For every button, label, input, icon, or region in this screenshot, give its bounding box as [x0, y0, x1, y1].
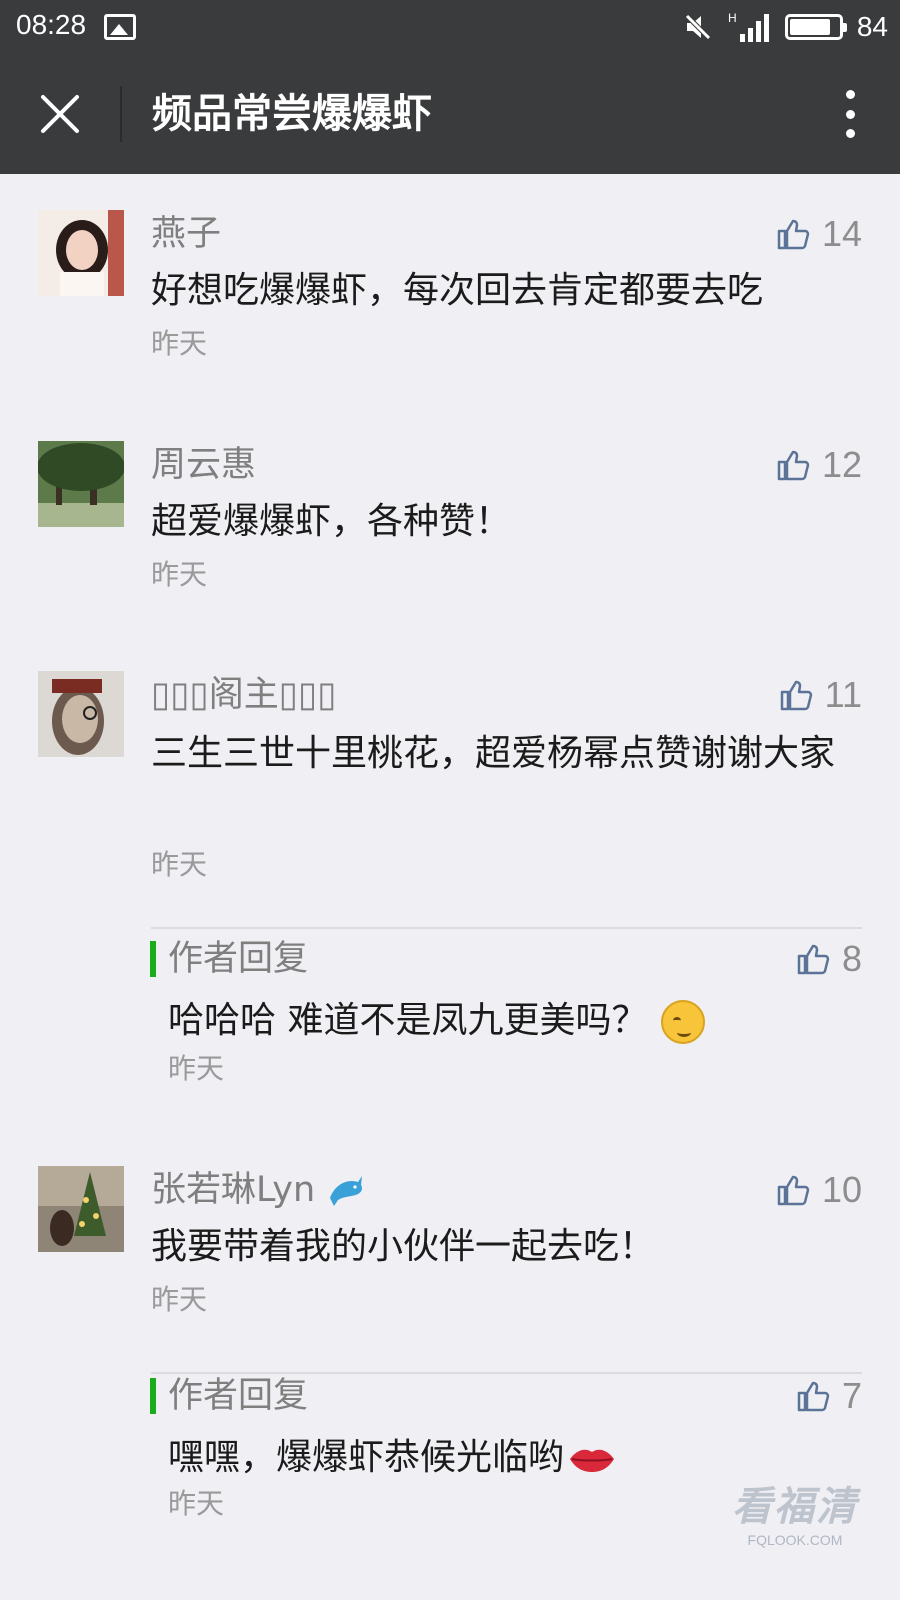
grin-emoji-icon [661, 1000, 706, 1044]
like-count: 10 [821, 1169, 862, 1210]
comment-author-text: 张若琳Lyn [151, 1170, 316, 1210]
avatar[interactable] [38, 210, 124, 296]
status-bar: 08:28 H 84 [0, 0, 900, 54]
comment-time: 昨天 [151, 1283, 208, 1316]
reply-divider [151, 927, 862, 929]
like-button[interactable]: 14 [776, 212, 862, 256]
reply-label-text: 作者回复 [168, 1376, 309, 1416]
network-type: H [728, 11, 737, 25]
like-button[interactable]: 10 [776, 1168, 862, 1212]
comment-time: 昨天 [151, 558, 208, 591]
author-reply-label: 作者回复 [150, 1374, 308, 1418]
thumbs-up-icon [780, 680, 812, 711]
battery-icon [784, 14, 847, 40]
comment-text: 好想吃爆爆虾，每次回去肯定都要去吃 [151, 270, 764, 311]
reply-like-count: 8 [841, 938, 862, 979]
reply-text: 嘿嘿，爆爆虾恭候光临哟 [168, 1430, 616, 1486]
reply-text: 哈哈哈 难道不是凤九更美吗？ [168, 993, 706, 1049]
thumbs-up-icon [797, 1381, 830, 1412]
more-icon[interactable] [840, 86, 860, 142]
comment-text: 我要带着我的小伙伴一起去吃！ [151, 1226, 656, 1267]
image-icon [104, 14, 136, 40]
comment-text: 超爱爆爆虾，各种赞！ [151, 501, 512, 542]
like-count: 12 [821, 444, 862, 485]
watermark-logo: 看福清 [732, 1484, 858, 1530]
signal-icon: H [728, 11, 769, 42]
comment-author: ▯▯▯阁主▯▯▯ [151, 675, 337, 715]
avatar[interactable] [38, 441, 124, 527]
reply-text-content: 嘿嘿，爆爆虾恭候光临哟 [168, 1437, 565, 1478]
reply-label-text: 作者回复 [168, 939, 309, 979]
battery-fill [789, 19, 831, 35]
author-reply-label: 作者回复 [150, 937, 308, 981]
reply-accent-bar [150, 1378, 156, 1414]
comment-time: 昨天 [151, 327, 208, 360]
watermark-url: FQLOOK.COM [747, 1532, 843, 1548]
reply-like-button[interactable]: 7 [796, 1374, 862, 1418]
reply-text-content: 哈哈哈 难道不是凤九更美吗？ [168, 1000, 648, 1041]
like-button[interactable]: 12 [776, 443, 862, 487]
battery-percent: 84 [856, 11, 888, 42]
like-button[interactable]: 11 [779, 673, 862, 717]
status-right: H 84 [683, 8, 888, 46]
comment-author: 燕子 [151, 214, 222, 254]
thumbs-up-icon [777, 1175, 810, 1206]
like-count: 14 [821, 213, 862, 254]
like-count: 11 [824, 674, 862, 715]
reply-accent-bar [150, 941, 156, 977]
mute-icon [685, 14, 711, 40]
thumbs-up-icon [797, 944, 830, 975]
reply-like-button[interactable]: 8 [796, 937, 862, 981]
close-icon [41, 95, 79, 133]
reply-time: 昨天 [168, 1487, 225, 1520]
comment-time: 昨天 [151, 848, 208, 881]
page-title: 频品常尝爆爆虾 [152, 91, 432, 137]
nav-bar: 频品常尝爆爆虾 [0, 54, 900, 174]
close-button[interactable] [30, 84, 90, 144]
reply-time: 昨天 [168, 1052, 225, 1085]
nav-divider [120, 86, 122, 142]
comment-text: 三生三世十里桃花，超爱杨幂点赞谢谢大家 [151, 733, 836, 774]
avatar[interactable] [38, 1166, 124, 1252]
thumbs-up-icon [777, 450, 810, 481]
watermark: 看福清 FQLOOK.COM [732, 1474, 858, 1548]
avatar[interactable] [38, 671, 124, 757]
comment-author: 张若琳Lyn [151, 1168, 364, 1212]
status-time: 08:28 [16, 9, 87, 40]
thumbs-up-icon [777, 219, 810, 250]
lips-emoji-icon [570, 1449, 615, 1472]
reply-like-count: 7 [841, 1375, 862, 1416]
comment-author: 周云惠 [151, 445, 257, 485]
dolphin-emoji-icon [330, 1176, 363, 1206]
